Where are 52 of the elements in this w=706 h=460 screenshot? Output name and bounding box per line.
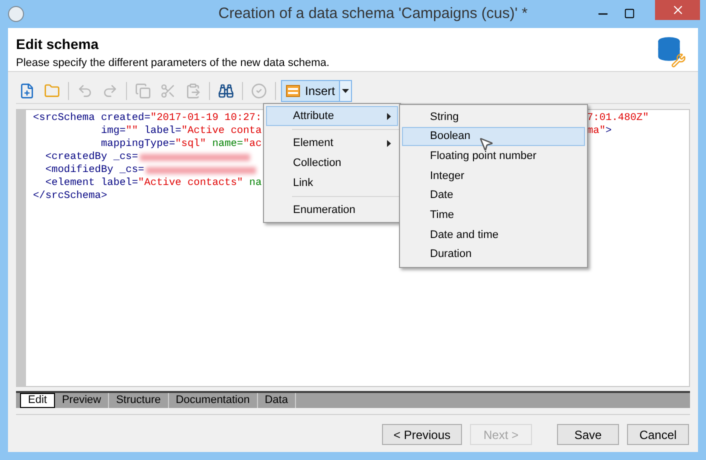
- app-icon: [8, 6, 24, 22]
- menu-item[interactable]: Time: [402, 205, 585, 226]
- code-token: </srcSchema>: [33, 190, 108, 203]
- dialog-button[interactable]: < Previous: [382, 424, 462, 445]
- code-token: "sql": [175, 138, 206, 151]
- code-token: na: [248, 177, 262, 190]
- menu-item[interactable]: Floating point number: [402, 146, 585, 166]
- menu-item[interactable]: Date and time: [402, 225, 585, 245]
- header-title: Edit schema: [16, 36, 100, 52]
- code-token: "Active conta: [181, 125, 262, 138]
- menu-item[interactable]: Link: [266, 173, 398, 193]
- window-icon: [286, 84, 300, 96]
- code-token: "Active contacts": [138, 177, 244, 190]
- menu-item[interactable]: Attribute: [266, 106, 398, 126]
- binoculars-icon[interactable]: [218, 82, 234, 98]
- submenu-arrow-icon: [387, 140, 391, 146]
- new-file-icon[interactable]: [19, 82, 35, 98]
- code-token: <element label=: [44, 177, 138, 190]
- mouse-pointer-icon: [478, 136, 494, 152]
- code-token: "2017-01-19 10:27:: [150, 112, 262, 125]
- database-wrench-icon: [656, 36, 686, 68]
- code-token: name=: [211, 138, 244, 151]
- tab[interactable]: Edit: [20, 393, 55, 408]
- close-button[interactable]: [655, 0, 700, 20]
- menu-item[interactable]: Boolean: [402, 126, 585, 146]
- code-token: "": [126, 125, 138, 138]
- code-token: label=: [143, 125, 182, 138]
- code-token: >: [606, 125, 612, 138]
- code-token: "ac: [243, 138, 262, 151]
- menu-item[interactable]: Date: [402, 186, 585, 206]
- code-token: <createdBy _cs=: [44, 151, 138, 164]
- menu-item[interactable]: Enumeration: [266, 200, 398, 220]
- code-token: mappingType=: [100, 138, 176, 151]
- menu-item[interactable]: Integer: [402, 166, 585, 186]
- window-title: Creation of a data schema 'Campaigns (cus)' *: [217, 4, 529, 24]
- menu-item[interactable]: Element: [266, 133, 398, 153]
- folder-icon[interactable]: [44, 82, 60, 98]
- menu-item[interactable]: String: [402, 107, 585, 127]
- menu-item[interactable]: Collection: [266, 153, 398, 173]
- menu-item[interactable]: Duration: [402, 244, 585, 264]
- submenu-arrow-icon: [387, 112, 391, 120]
- insert-button[interactable]: Insert: [281, 80, 340, 102]
- maximize-icon[interactable]: [624, 8, 635, 19]
- code-token: img=: [100, 125, 126, 138]
- insert-dropdown-button[interactable]: [340, 80, 352, 102]
- header-subtitle: Please specify the different parameters of the new data schema.: [16, 56, 330, 71]
- dialog-button[interactable]: Save: [557, 424, 619, 445]
- code-token: <srcSchema created=: [33, 112, 150, 125]
- code-token: <modifiedBy _cs=: [44, 164, 144, 177]
- dialog-button[interactable]: Cancel: [627, 424, 689, 445]
- code-token: 7:01.480Z": [587, 112, 649, 125]
- caret-icon: [342, 88, 350, 92]
